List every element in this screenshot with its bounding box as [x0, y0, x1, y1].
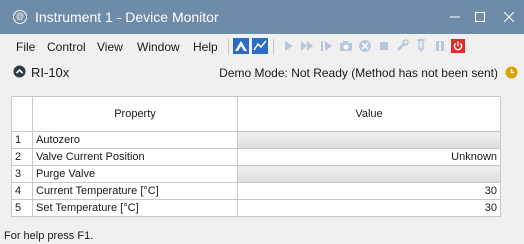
chevron-up-circle-icon: [13, 65, 26, 78]
stop-button[interactable]: [375, 37, 393, 55]
close-icon: [504, 12, 514, 22]
abort-button[interactable]: [356, 37, 374, 55]
fast-forward-icon: [301, 41, 313, 51]
corner-cell: [11, 96, 33, 132]
title-bar: @ Instrument 1 - Device Monitor: [0, 0, 524, 34]
camera-icon: [340, 41, 352, 51]
table-row: 3 Purge Valve: [11, 165, 501, 183]
acquire-button[interactable]: [251, 37, 269, 55]
syringe-icon: [417, 39, 425, 52]
inject-button[interactable]: [412, 37, 430, 55]
cancel-circle-icon: [359, 40, 371, 52]
row-number: 4: [11, 182, 33, 200]
property-name: Valve Current Position: [32, 148, 238, 166]
property-value: 30: [237, 182, 501, 200]
table-header-row: Property Value: [11, 96, 501, 132]
table-row: 2 Valve Current Position Unknown: [11, 148, 501, 166]
column-header-property: Property: [32, 96, 238, 132]
fast-forward-button[interactable]: [298, 37, 316, 55]
column-header-value: Value: [237, 96, 501, 132]
purge-valve-button[interactable]: [237, 165, 501, 183]
property-name: Set Temperature [°C]: [32, 199, 238, 217]
clock-icon: [505, 66, 518, 82]
menu-help[interactable]: Help: [193, 40, 218, 54]
property-name: Current Temperature [°C]: [32, 182, 238, 200]
row-number: 2: [11, 148, 33, 166]
property-value: Unknown: [237, 148, 501, 166]
close-button[interactable]: [494, 0, 524, 34]
autozero-button[interactable]: [237, 131, 501, 149]
pause-button[interactable]: [431, 37, 449, 55]
menu-window[interactable]: Window: [137, 40, 180, 54]
step-forward-icon: [321, 41, 332, 51]
window-title: Instrument 1 - Device Monitor: [35, 9, 219, 25]
status-bar-text: For help press F1.: [4, 230, 94, 242]
property-grid-area: Property Value 1 Autozero 2 Valve Curren…: [0, 84, 524, 227]
power-off-button[interactable]: [449, 37, 467, 55]
play-icon: [285, 41, 293, 51]
collapse-button[interactable]: [13, 65, 26, 81]
tools-button[interactable]: [393, 37, 411, 55]
menu-file[interactable]: File: [16, 40, 35, 54]
chart-pen-icon: [252, 38, 268, 54]
row-number: 5: [11, 199, 33, 217]
maximize-icon: [475, 12, 485, 22]
toolbar-separator: [273, 39, 274, 55]
status-bar: For help press F1.: [0, 227, 524, 244]
menu-view[interactable]: View: [97, 40, 123, 54]
stop-icon: [380, 42, 388, 50]
property-name: Autozero: [32, 131, 238, 149]
device-name: RI-10x: [31, 65, 70, 80]
table-row: 4 Current Temperature [°C] 30: [11, 182, 501, 200]
minimize-icon: [450, 16, 460, 18]
step-button[interactable]: [318, 37, 336, 55]
device-status-row: RI-10x Demo Mode: Not Ready (Method has …: [0, 60, 524, 84]
play-button[interactable]: [280, 37, 298, 55]
menu-control[interactable]: Control: [47, 40, 86, 54]
snapshot-button[interactable]: [337, 37, 355, 55]
table-row: 1 Autozero: [11, 131, 501, 149]
wrench-icon: [397, 39, 409, 51]
property-table: Property Value 1 Autozero 2 Valve Curren…: [11, 96, 501, 217]
table-row: 5 Set Temperature [°C] 30: [11, 199, 501, 217]
row-number: 1: [11, 131, 33, 149]
row-number: 3: [11, 165, 33, 183]
device-status-text: Demo Mode: Not Ready (Method has not bee…: [219, 66, 498, 80]
app-icon: @: [13, 10, 27, 24]
toolbar-separator: [228, 39, 229, 55]
maximize-button[interactable]: [468, 0, 492, 34]
power-icon: [451, 39, 465, 53]
menu-bar: File Control View Window Help: [0, 34, 524, 60]
pause-icon: [436, 41, 444, 51]
property-name: Purge Valve: [32, 165, 238, 183]
send-method-button[interactable]: [232, 37, 250, 55]
set-temperature-field[interactable]: 30: [237, 199, 501, 217]
mountain-icon: [233, 38, 249, 54]
